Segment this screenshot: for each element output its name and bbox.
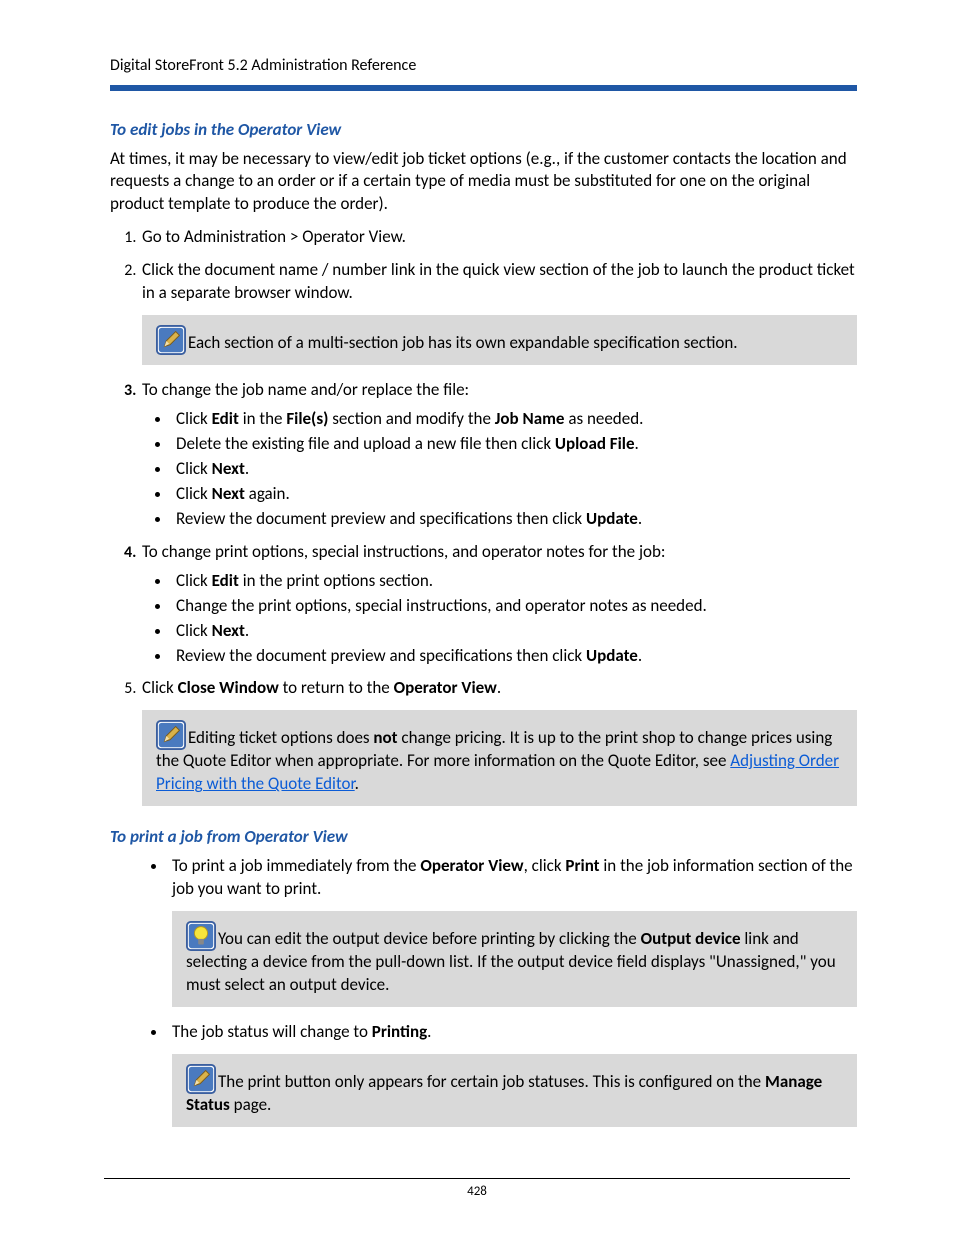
print-bullet-2: The job status will change to Printing. …: [168, 1021, 857, 1127]
step-5: Click Close Window to return to the Oper…: [140, 677, 857, 806]
note-box-3: The print button only appears for certai…: [172, 1054, 857, 1127]
step3-bullet-5: Review the document preview and specific…: [172, 508, 857, 531]
step4-bullet-4: Review the document preview and specific…: [172, 645, 857, 668]
step3-bullet-2: Delete the existing file and upload a ne…: [172, 433, 857, 456]
step4-bullet-3: Click Next.: [172, 620, 857, 643]
pencil-note-icon: [156, 325, 186, 355]
step3-bullet-4: Click Next again.: [172, 483, 857, 506]
step-1: Go to Administration > Operator View.: [140, 226, 857, 249]
step3-bullet-1: Click Edit in the File(s) section and mo…: [172, 408, 857, 431]
note-text: Editing ticket options does not change p…: [156, 727, 839, 794]
step-2: Click the document name / number link in…: [140, 259, 857, 365]
note-text: The print button only appears for certai…: [186, 1071, 822, 1115]
tip-text: You can edit the output device before pr…: [186, 928, 836, 995]
page-number: 428: [104, 1178, 850, 1201]
tip-box-1: You can edit the output device before pr…: [172, 911, 857, 1007]
note-box-1: Each section of a multi-section job has …: [142, 315, 857, 365]
note-text: Each section of a multi-section job has …: [188, 332, 738, 353]
step-4: To change print options, special instruc…: [140, 541, 857, 668]
intro-paragraph: At times, it may be necessary to view/ed…: [110, 148, 857, 217]
pencil-note-icon: [186, 1064, 216, 1094]
section-heading-edit-jobs: To edit jobs in the Operator View: [110, 119, 857, 142]
header-rule: [110, 85, 857, 91]
section-heading-print-job: To print a job from Operator View: [110, 826, 857, 849]
step4-bullet-1: Click Edit in the print options section.: [172, 570, 857, 593]
print-bullet-1: To print a job immediately from the Oper…: [168, 855, 857, 1007]
step4-bullet-2: Change the print options, special instru…: [172, 595, 857, 618]
lightbulb-tip-icon: [186, 921, 216, 951]
step3-bullet-3: Click Next.: [172, 458, 857, 481]
pencil-note-icon: [156, 720, 186, 750]
page-header: Digital StoreFront 5.2 Administration Re…: [110, 55, 857, 77]
step-3: To change the job name and/or replace th…: [140, 379, 857, 531]
note-box-2: Editing ticket options does not change p…: [142, 710, 857, 806]
